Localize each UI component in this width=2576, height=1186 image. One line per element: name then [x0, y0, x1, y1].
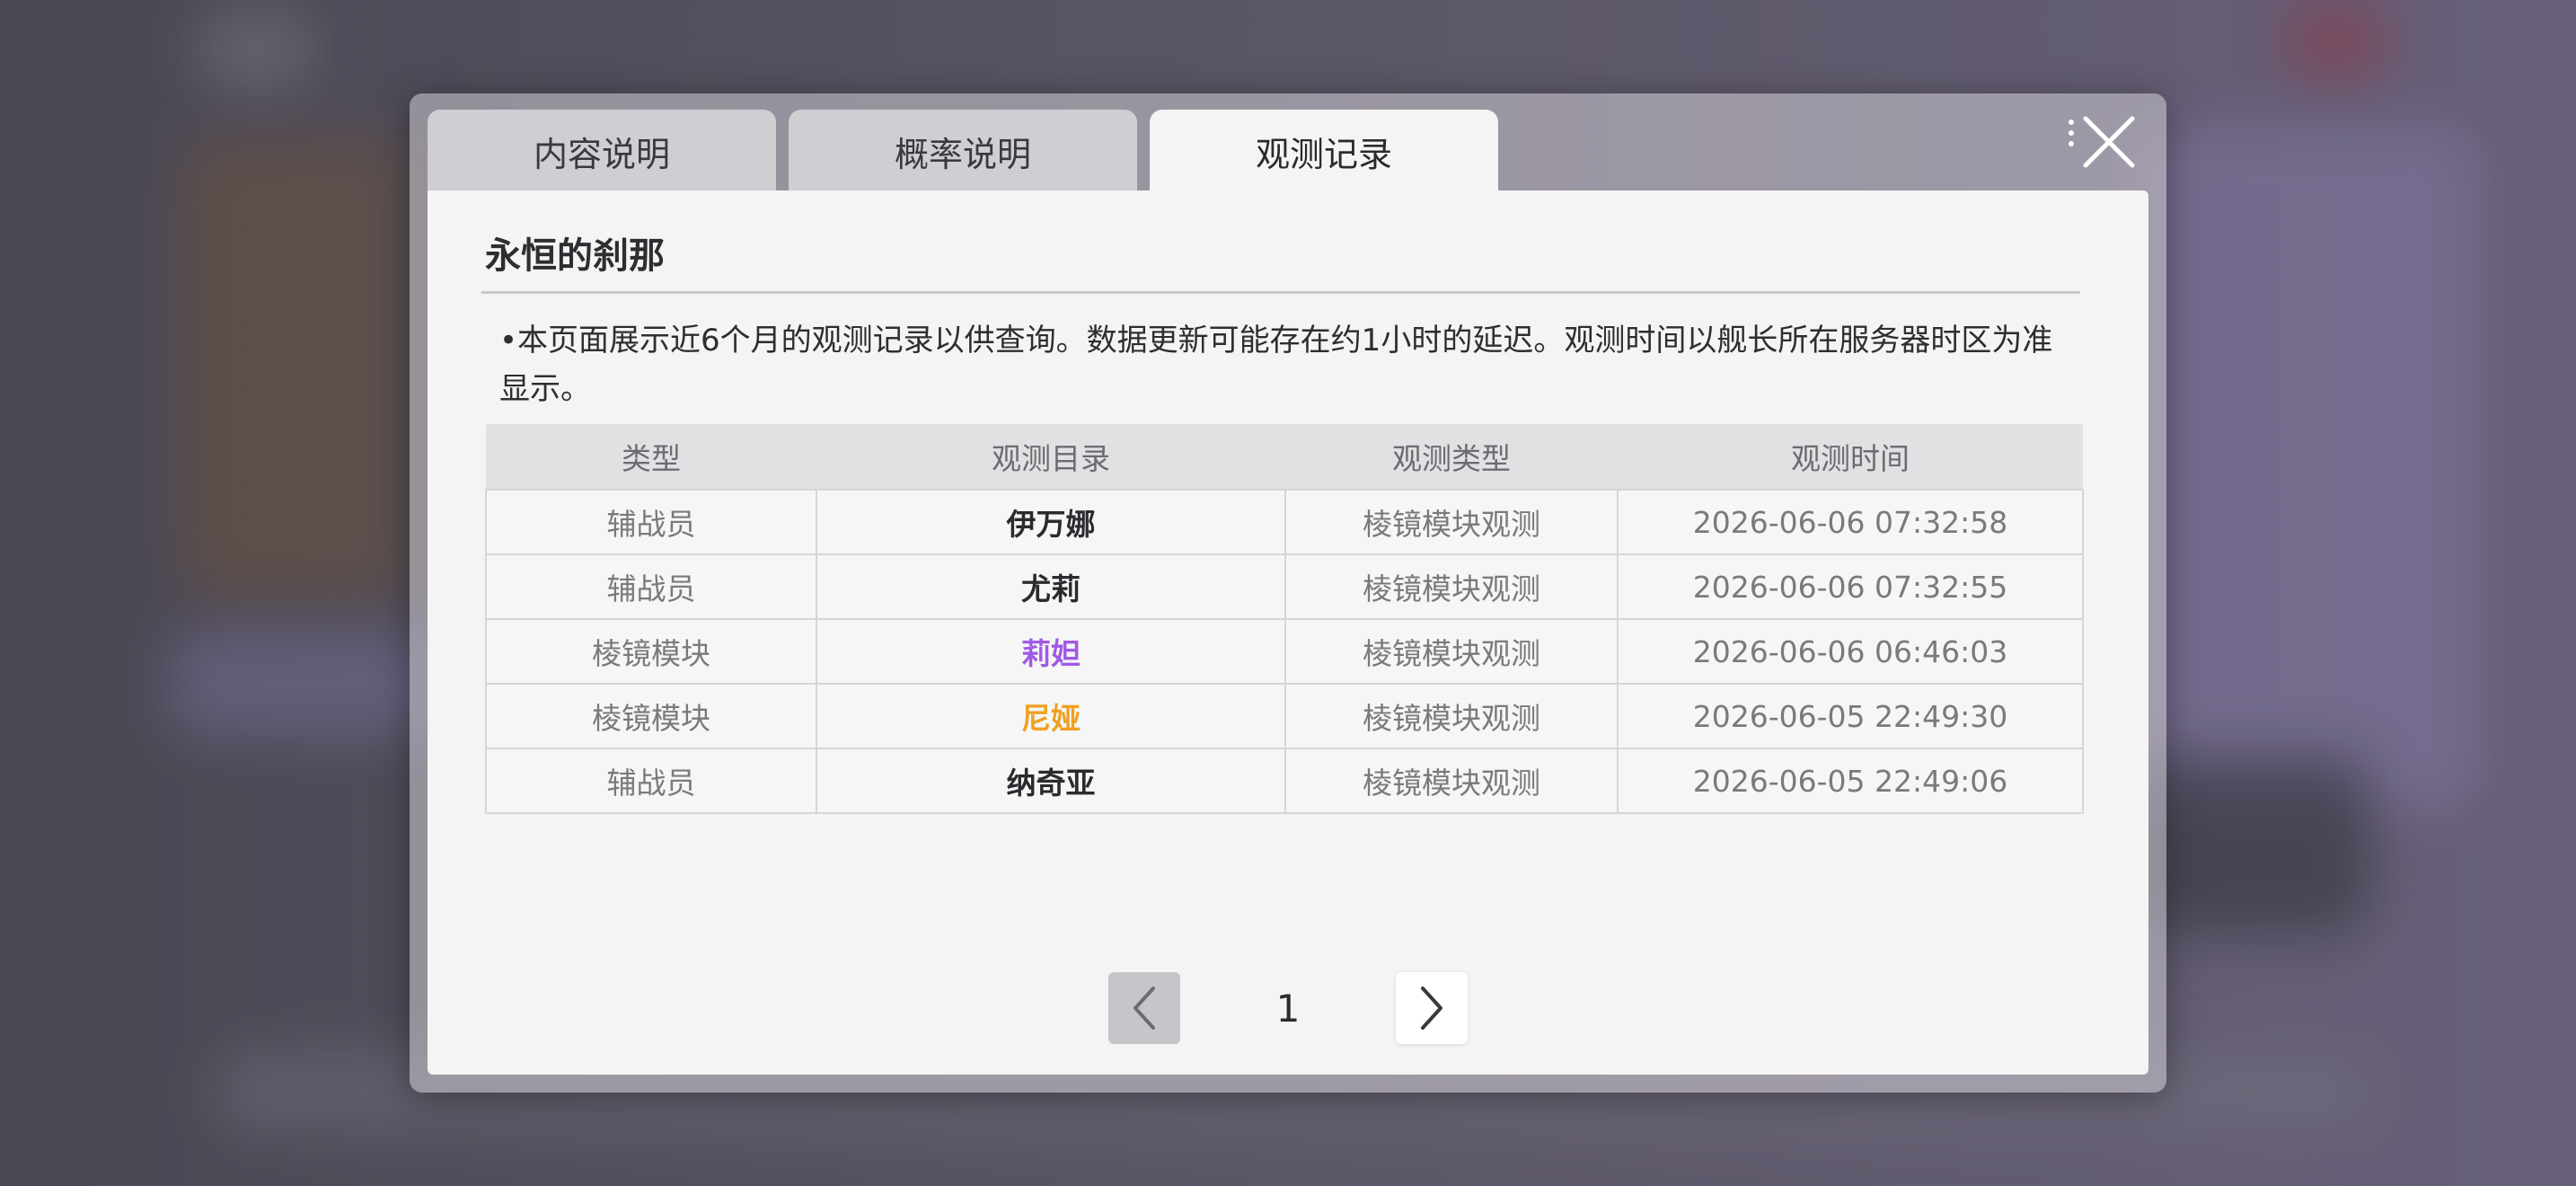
table-row: 棱镜模块 莉妲 棱镜模块观测 2026-06-06 06:46:03 [485, 618, 2084, 685]
panel-title: 永恒的刹那 [485, 235, 665, 277]
table-row: 辅战员 伊万娜 棱镜模块观测 2026-06-06 07:32:58 [485, 489, 2084, 555]
tab-bar: 内容说明 概率说明 观测记录 [428, 110, 1498, 192]
notice-text: •本页面展示近6个月的观测记录以供查询。数据更新可能存在约1小时的延迟。观测时间… [499, 323, 2053, 407]
current-page-number: 1 [1275, 986, 1301, 1031]
pagination: 1 [428, 972, 2148, 1046]
cell-obs-type: 棱镜模块观测 [1284, 683, 1619, 749]
cell-time: 2026-06-05 22:49:30 [1617, 683, 2084, 749]
prev-page-button[interactable] [1108, 972, 1180, 1044]
cell-obs-type: 棱镜模块观测 [1284, 748, 1619, 814]
cell-target: 尼娅 [816, 683, 1286, 749]
cell-target: 伊万娜 [816, 489, 1286, 555]
cell-time: 2026-06-06 07:32:55 [1617, 553, 2084, 620]
table-row: 辅战员 纳奇亚 棱镜模块观测 2026-06-05 22:49:06 [485, 748, 2084, 814]
cell-time: 2026-06-06 07:32:58 [1617, 489, 2084, 555]
cell-time: 2026-06-05 22:49:06 [1617, 748, 2084, 814]
tab-probability-description[interactable]: 概率说明 [789, 110, 1137, 192]
close-icon [2069, 116, 2135, 168]
tab-content-description[interactable]: 内容说明 [428, 110, 776, 192]
cell-target: 莉妲 [816, 618, 1286, 685]
observation-dialog: 内容说明 概率说明 观测记录 永恒的刹那 •本页面展示近6个月的观测记录以供查询… [410, 93, 2166, 1093]
close-button[interactable] [2064, 111, 2139, 176]
header-target: 观测目录 [816, 424, 1285, 490]
cell-type: 辅战员 [485, 553, 817, 620]
table-header-row: 类型 观测目录 观测类型 观测时间 [486, 424, 2083, 490]
cell-target: 尤莉 [816, 553, 1286, 620]
cell-type: 辅战员 [485, 489, 817, 555]
tab-observation-records[interactable]: 观测记录 [1150, 110, 1498, 192]
cell-obs-type: 棱镜模块观测 [1284, 489, 1619, 555]
cell-obs-type: 棱镜模块观测 [1284, 618, 1619, 685]
next-page-button[interactable] [1396, 972, 1468, 1044]
header-time: 观测时间 [1618, 424, 2083, 490]
cell-time: 2026-06-06 06:46:03 [1617, 618, 2084, 685]
cell-obs-type: 棱镜模块观测 [1284, 553, 1619, 620]
table-row: 辅战员 尤莉 棱镜模块观测 2026-06-06 07:32:55 [485, 553, 2084, 620]
header-obs-type: 观测类型 [1285, 424, 1618, 490]
table-row: 棱镜模块 尼娅 棱镜模块观测 2026-06-05 22:49:30 [485, 683, 2084, 749]
cell-target: 纳奇亚 [816, 748, 1286, 814]
cell-type: 棱镜模块 [485, 618, 817, 685]
cell-type: 辅战员 [485, 748, 817, 814]
cell-type: 棱镜模块 [485, 683, 817, 749]
records-panel: 永恒的刹那 •本页面展示近6个月的观测记录以供查询。数据更新可能存在约1小时的延… [428, 190, 2148, 1075]
title-divider [481, 291, 2080, 294]
records-table: 类型 观测目录 观测类型 观测时间 辅战员 伊万娜 棱镜模块观测 2026-06… [485, 424, 2084, 814]
chevron-right-icon [1421, 987, 1442, 1030]
chevron-left-icon [1134, 987, 1155, 1030]
header-type: 类型 [486, 424, 816, 490]
